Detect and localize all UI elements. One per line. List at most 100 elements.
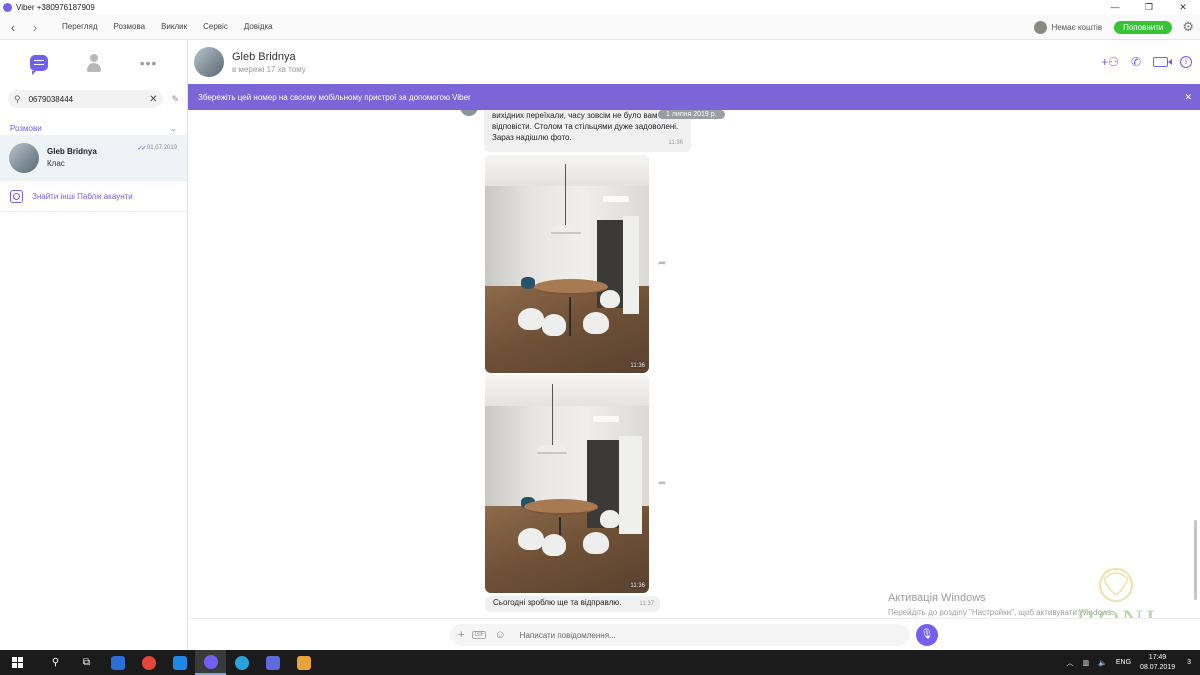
messenger-icon[interactable]	[164, 650, 195, 675]
plus-icon[interactable]: +	[458, 629, 464, 641]
back-arrow-icon[interactable]: ‹	[2, 14, 24, 40]
message-bubble[interactable]: Сьогодні зроблю ще та відправлю. 11:37	[485, 596, 660, 612]
sidebar: ••• ⚲ 0679038444 ✕ ✎ Розмови ⌄ Gleb Brid…	[0, 40, 188, 650]
viber-taskbar-icon[interactable]	[195, 650, 226, 675]
save-disk-icon[interactable]	[257, 650, 288, 675]
chat-list-item[interactable]: Gleb Bridnya Клас ✓✓ 01.07.2019	[0, 135, 187, 180]
message-time: 11:36	[668, 140, 683, 146]
chats-tab-icon[interactable]	[29, 54, 48, 75]
message-time: 11:36	[630, 583, 645, 589]
close-button[interactable]: ✕	[1166, 0, 1200, 14]
menu-conversation[interactable]: Розмова	[114, 22, 146, 31]
search-input[interactable]: ⚲ 0679038444 ✕	[8, 90, 164, 108]
gear-icon[interactable]: ⚙	[1182, 19, 1194, 35]
contact-status: в мережі 17 хв тому	[232, 64, 306, 74]
menu-view[interactable]: Перегляд	[62, 22, 98, 31]
call-icon[interactable]: ✆	[1131, 55, 1141, 69]
sidebar-tabs: •••	[0, 40, 187, 85]
public-accounts-label: Знайти інші Паблік акаунти	[32, 191, 133, 201]
photo-message[interactable]: 11:36	[485, 155, 649, 373]
photo-message[interactable]: 11:36	[485, 375, 649, 593]
menu-service[interactable]: Сервіс	[203, 22, 228, 31]
windows-taskbar: ⚲ ⧉ ︿ ▥ 🔈 ENG 17:49 08.07.2019 3	[0, 650, 1200, 675]
search-icon[interactable]: ⚲	[40, 650, 71, 675]
telegram-icon[interactable]	[226, 650, 257, 675]
menu-right: Немає коштів Поповнити ⚙	[1034, 14, 1194, 40]
video-call-icon[interactable]	[1153, 57, 1172, 67]
message-text: вихідних переїхали, часу зовсім не було …	[492, 111, 679, 142]
add-participant-icon[interactable]: +⚇	[1101, 55, 1119, 69]
title-bar: Viber +380976187909 — ❐ ✕	[0, 0, 1200, 14]
avatar	[460, 110, 478, 116]
wallet-avatar[interactable]	[1034, 20, 1048, 34]
volume-icon[interactable]: 🔈	[1098, 659, 1107, 667]
window-controls: — ❐ ✕	[1098, 0, 1200, 14]
header-actions: +⚇ ✆ i	[1089, 40, 1192, 84]
chat-name: Gleb Bridnya	[47, 147, 97, 156]
menu-call[interactable]: Виклик	[161, 22, 187, 31]
menu-bar: ‹ › Перегляд Розмова Виклик Сервіс Довід…	[0, 14, 1200, 40]
chat-preview: Клас	[47, 159, 65, 168]
chat-date: 01.07.2019	[146, 145, 177, 151]
system-tray: ︿ ▥ 🔈 ENG 17:49 08.07.2019 3	[1067, 650, 1200, 675]
conversations-section[interactable]: Розмови ⌄	[0, 121, 187, 135]
chevron-down-icon[interactable]: ⌄	[170, 124, 177, 133]
microphone-icon[interactable]: 🎙	[916, 624, 938, 646]
compose-icon[interactable]: ✎	[171, 94, 179, 105]
menu-items: Перегляд Розмова Виклик Сервіс Довідка	[62, 22, 289, 31]
chevron-up-icon[interactable]: ︿	[1067, 658, 1074, 668]
activation-watermark-title: Активація Windows	[888, 592, 986, 604]
info-icon[interactable]: i	[1180, 56, 1192, 68]
roni-logo-text: RONI	[1076, 604, 1157, 618]
search-icon: ⚲	[14, 93, 21, 104]
date-separator: 1 липня 2019 р.	[658, 110, 725, 119]
chat-meta: ✓✓ 01.07.2019	[137, 144, 177, 152]
network-icon[interactable]: ▥	[1083, 659, 1090, 667]
share-icon[interactable]: ➦	[658, 478, 666, 489]
topup-button[interactable]: Поповнити	[1114, 20, 1173, 34]
wallet-balance[interactable]: Немає коштів	[1051, 23, 1102, 32]
read-ticks-icon: ✓✓	[137, 145, 147, 152]
clock-time: 17:49	[1148, 653, 1167, 661]
message-time: 11:37	[639, 601, 654, 607]
banner-text: Збережіть цей номер на своєму мобільному…	[198, 92, 471, 102]
gif-icon[interactable]: GIF	[472, 631, 487, 639]
clock[interactable]: 17:49 08.07.2019	[1140, 653, 1175, 673]
sticker-icon[interactable]: ☺	[494, 629, 505, 641]
window-title: Viber +380976187909	[16, 2, 95, 12]
contacts-tab-icon[interactable]	[86, 53, 101, 72]
windows-start-icon[interactable]	[0, 650, 40, 675]
search-row: ⚲ 0679038444 ✕ ✎	[0, 85, 187, 113]
public-account-icon	[10, 189, 23, 203]
close-icon[interactable]: ✕	[1184, 92, 1192, 103]
input-placeholder[interactable]: Написати повідомлення...	[520, 631, 616, 640]
app-crown-icon[interactable]	[288, 650, 319, 675]
find-public-accounts[interactable]: Знайти інші Паблік акаунти	[0, 180, 187, 212]
save-number-banner: Збережіть цей номер на своєму мобільному…	[188, 84, 1200, 110]
chat-header: Gleb Bridnya в мережі 17 хв тому +⚇ ✆ i	[188, 40, 1200, 84]
clock-date: 08.07.2019	[1140, 663, 1176, 671]
notifications-badge[interactable]: 3	[1187, 659, 1191, 666]
avatar	[9, 142, 39, 173]
maximize-button[interactable]: ❐	[1132, 0, 1166, 14]
scrollbar[interactable]	[1194, 520, 1197, 600]
contact-name[interactable]: Gleb Bridnya	[232, 51, 306, 63]
message-time: 11:36	[630, 363, 645, 369]
chrome-icon[interactable]	[133, 650, 164, 675]
outlook-icon[interactable]	[102, 650, 133, 675]
clear-search-icon[interactable]: ✕	[149, 94, 157, 105]
share-icon[interactable]: ➦	[658, 258, 666, 269]
message-list[interactable]: вихідних переїхали, часу зовсім не було …	[188, 110, 1200, 618]
minimize-button[interactable]: —	[1098, 0, 1132, 14]
task-view-icon[interactable]: ⧉	[71, 650, 102, 675]
avatar[interactable]	[194, 47, 224, 77]
viber-logo-icon	[3, 2, 12, 12]
search-value[interactable]: 0679038444	[29, 95, 149, 104]
more-tab-icon[interactable]: •••	[140, 55, 158, 71]
language-indicator[interactable]: ENG	[1116, 659, 1131, 666]
message-text: Сьогодні зроблю ще та відправлю.	[493, 598, 622, 607]
menu-help[interactable]: Довідка	[244, 22, 273, 31]
composer: + GIF ☺ Написати повідомлення... 🎙	[188, 618, 1200, 650]
forward-arrow-icon[interactable]: ›	[24, 14, 46, 40]
message-input[interactable]: + GIF ☺ Написати повідомлення...	[450, 624, 910, 646]
